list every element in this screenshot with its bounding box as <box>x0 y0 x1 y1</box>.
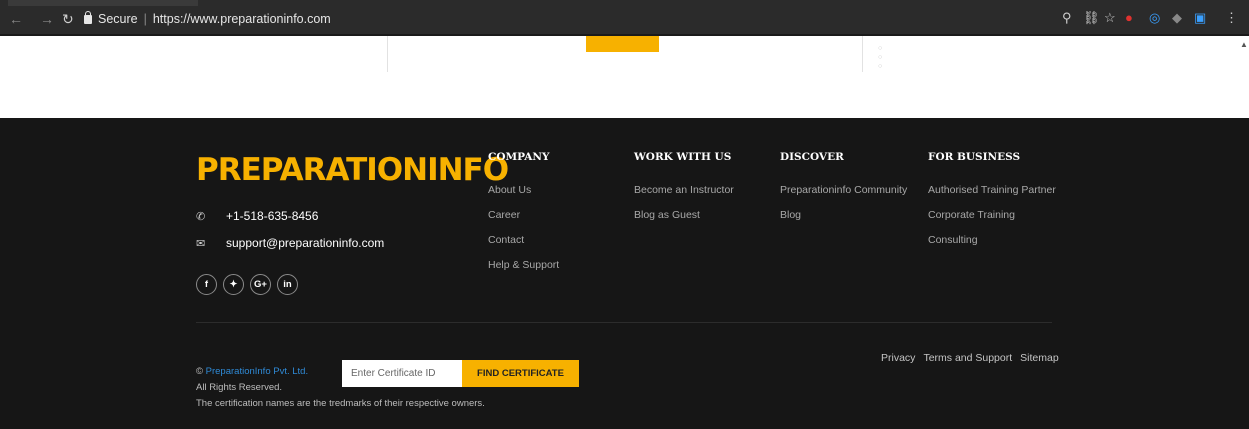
footer-link-contact[interactable]: Contact <box>488 234 559 259</box>
terms-link[interactable]: Terms and Support <box>923 352 1012 364</box>
facebook-icon[interactable]: f <box>196 274 217 295</box>
footer-link-help[interactable]: Help & Support <box>488 259 559 284</box>
browser-tab[interactable] <box>8 0 198 6</box>
column-heading: DISCOVER <box>780 151 844 163</box>
column-heading: WORK WITH US <box>634 151 732 163</box>
key-icon[interactable]: ⛓ <box>1083 10 1100 26</box>
google-plus-icon[interactable]: G+ <box>250 274 271 295</box>
address-bar[interactable]: Secure | https://www.preparationinfo.com <box>84 10 331 28</box>
reload-icon[interactable]: ↻ <box>62 12 74 26</box>
card-border <box>387 36 388 72</box>
copyright-brand-link[interactable]: PreparationInfo Pvt. Ltd. <box>206 366 308 377</box>
linkedin-icon[interactable]: in <box>277 274 298 295</box>
menu-icon[interactable]: ⋮ <box>1225 10 1238 26</box>
footer-column-company: COMPANY About Us Career Contact Help & S… <box>488 151 559 284</box>
lock-icon <box>84 10 92 24</box>
footer-divider <box>196 322 1052 323</box>
bookmark-star-icon[interactable]: ☆ <box>1104 10 1116 26</box>
site-footer: PREPARATIONINFO ✆ +1-518-635-8456 ✉ supp… <box>0 118 1249 429</box>
footer-link-career[interactable]: Career <box>488 209 559 234</box>
page-content-top: ○ ○ ○ ▲ <box>0 36 1249 118</box>
trademark-note: The certification names are the tredmark… <box>196 398 485 409</box>
secure-label: Secure <box>98 12 138 26</box>
url-text: https://www.preparationinfo.com <box>152 12 331 26</box>
back-icon[interactable]: ← <box>9 12 23 26</box>
phone-row: ✆ +1-518-635-8456 <box>196 209 318 223</box>
legal-links: Privacy Terms and Support Sitemap <box>881 352 1059 364</box>
phone-icon: ✆ <box>196 210 206 223</box>
email-row: ✉ support@preparationinfo.com <box>196 236 384 250</box>
footer-column-discover: DISCOVER Preparationinfo Community Blog <box>780 151 907 234</box>
social-links: f ✦ G+ in <box>196 274 298 295</box>
find-certificate-button[interactable]: FIND CERTIFICATE <box>462 360 579 387</box>
phone-number[interactable]: +1-518-635-8456 <box>226 209 318 223</box>
forward-icon[interactable]: → <box>40 12 54 26</box>
footer-column-work-with-us: WORK WITH US Become an Instructor Blog a… <box>634 151 734 234</box>
footer-link-instructor[interactable]: Become an Instructor <box>634 184 734 209</box>
email-address[interactable]: support@preparationinfo.com <box>226 236 384 250</box>
footer-link-consulting[interactable]: Consulting <box>928 234 1056 259</box>
carousel-dots[interactable]: ○ ○ ○ <box>878 44 886 71</box>
sitemap-link[interactable]: Sitemap <box>1020 352 1059 364</box>
card-border <box>862 36 863 72</box>
s-extension-icon[interactable]: ▣ <box>1194 10 1206 26</box>
footer-link-blog[interactable]: Blog <box>780 209 907 234</box>
footer-link-guest-blog[interactable]: Blog as Guest <box>634 209 734 234</box>
footer-column-business: FOR BUSINESS Authorised Training Partner… <box>928 151 1056 259</box>
puzzle-extension-icon[interactable]: ◆ <box>1172 10 1182 26</box>
site-logo[interactable]: PREPARATIONINFO <box>196 152 509 188</box>
scrollbar-up-arrow[interactable]: ▲ <box>1240 40 1248 49</box>
extension-icon[interactable]: ● <box>1125 10 1133 26</box>
twitter-icon[interactable]: ✦ <box>223 274 244 295</box>
browser-toolbar: ← → ↻ Secure | https://www.preparationin… <box>0 0 1249 36</box>
column-heading: FOR BUSINESS <box>928 151 1021 163</box>
compass-extension-icon[interactable]: ◎ <box>1149 10 1160 26</box>
partial-button[interactable] <box>586 36 659 52</box>
zoom-icon[interactable]: ⚲ <box>1062 10 1072 26</box>
footer-link-community[interactable]: Preparationinfo Community <box>780 184 907 209</box>
address-separator: | <box>143 12 147 26</box>
privacy-link[interactable]: Privacy <box>881 352 915 364</box>
certificate-id-input[interactable] <box>342 360 462 387</box>
column-heading: COMPANY <box>488 151 550 163</box>
envelope-icon: ✉ <box>196 237 206 250</box>
footer-link-about[interactable]: About Us <box>488 184 559 209</box>
footer-link-corporate-training[interactable]: Corporate Training <box>928 209 1056 234</box>
footer-link-training-partner[interactable]: Authorised Training Partner <box>928 184 1056 209</box>
